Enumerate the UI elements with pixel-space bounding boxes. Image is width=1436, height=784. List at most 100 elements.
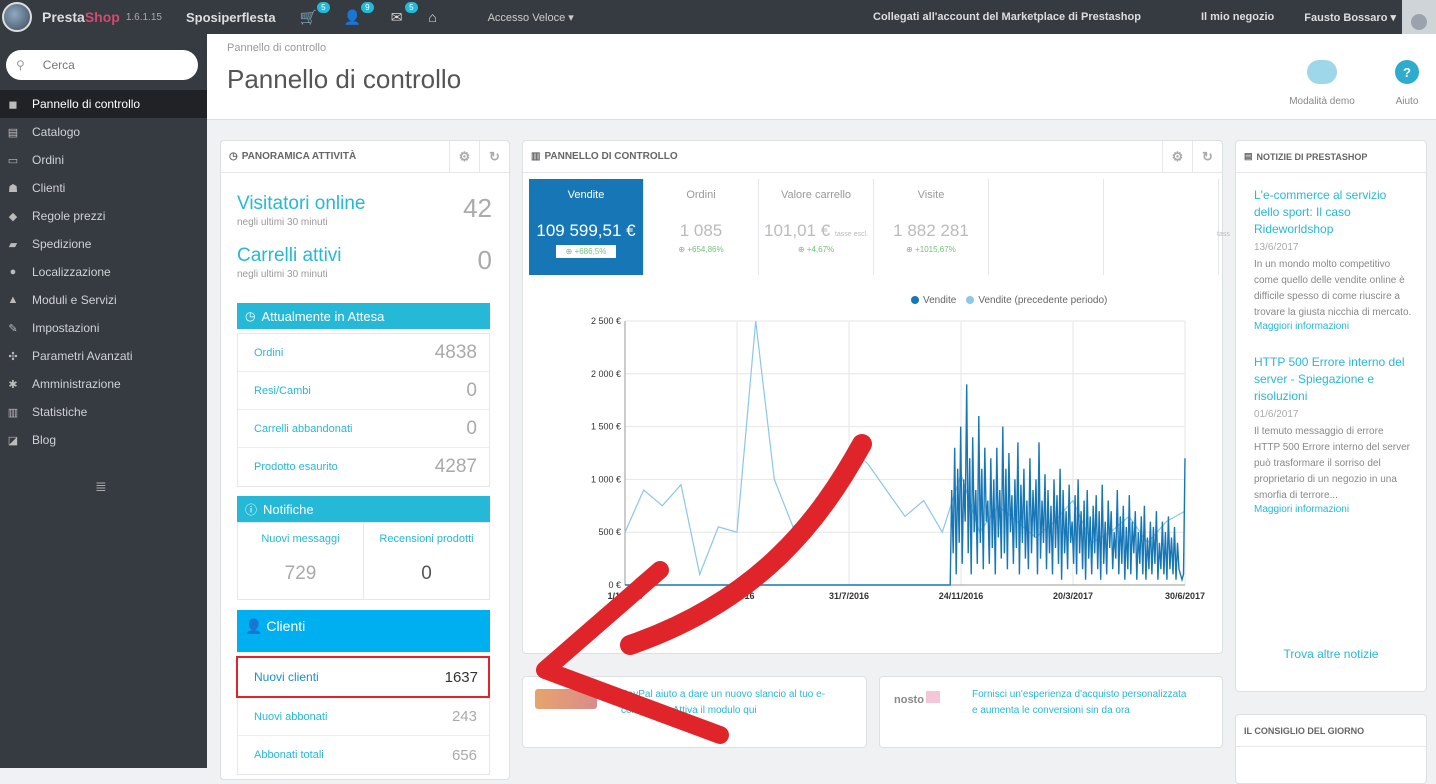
- shop-name-link[interactable]: Sposiperflesta: [186, 10, 276, 25]
- customers-notification-badge: 9: [361, 2, 374, 13]
- news-date: 01/6/2017: [1254, 409, 1299, 420]
- kpi-row: Vendite 109 599,51 € ⊕ +686,5% Ordini 1 085 ⊕…: [529, 179, 1221, 275]
- notifications-title: Notifiche: [263, 501, 314, 517]
- orders-icon: ▭: [7, 154, 19, 167]
- sidebar-item-label: Ordini: [32, 153, 65, 167]
- sidebar-item-stats[interactable]: ▥ Statistiche: [0, 398, 207, 426]
- trend-up-icon: ⊕: [797, 245, 807, 254]
- customers-notification-icon[interactable]: 👤 9: [342, 2, 374, 28]
- shop-icon[interactable]: ⌂: [422, 6, 444, 28]
- toggle-icon: [1307, 60, 1337, 84]
- sidebar-item-label: Pannello di controllo: [32, 97, 141, 111]
- messages-notification-badge: 5: [405, 2, 418, 13]
- news-title[interactable]: HTTP 500 Errore interno del server - Spi…: [1254, 354, 1412, 405]
- new-customers-row[interactable]: Nuovi clienti 1637: [236, 656, 490, 698]
- sidebar-item-shipping[interactable]: ▰ Spedizione: [0, 230, 207, 258]
- kpi-tab[interactable]: Vendite 109 599,51 € ⊕ +686,5%: [529, 179, 644, 275]
- search-input[interactable]: [42, 58, 163, 72]
- user-icon: 👤: [245, 618, 263, 634]
- series-line-sales: [625, 384, 1186, 586]
- kpi-value-text: 101,01 €: [764, 221, 831, 240]
- advanced-params-icon: ✣: [8, 350, 18, 363]
- promo-paypal-text[interactable]: PayPal aiuto a dare un nuovo slancio al …: [621, 687, 841, 719]
- promo-nosto[interactable]: nosto Fornisci un'esperienza d'acquisto …: [879, 676, 1223, 748]
- configure-icon[interactable]: ⚙: [449, 140, 479, 173]
- sidebar-menu: ◼ Pannello di controllo ▤ Catalogo ▭ Ordini ☗ C…: [0, 90, 207, 454]
- orders-notification-icon[interactable]: 🛒 5: [298, 2, 330, 28]
- customers-icon: ☗: [8, 182, 18, 195]
- kpi-tab[interactable]: Visite 1 882 281 ⊕ +1015,67%: [874, 179, 989, 275]
- orders-notification-badge: 5: [317, 2, 330, 13]
- refresh-icon[interactable]: ↻: [479, 140, 509, 173]
- x-tick-label: 30/6/2017: [1165, 591, 1205, 601]
- list-item[interactable]: Prodotto esaurito 4287: [238, 448, 489, 486]
- kpi-trend-text: +4,67%: [806, 245, 835, 254]
- visitors-online-sub: negli ultimi 30 minuti: [237, 217, 328, 228]
- sidebar-item-price-rules[interactable]: ◆ Regole prezzi: [0, 202, 207, 230]
- settings-icon: ✎: [8, 322, 18, 335]
- news-title[interactable]: L'e-commerce al servizio dello sport: Il…: [1254, 187, 1412, 238]
- news-panel-title: Notizie di PrestaShop: [1256, 151, 1368, 162]
- list-item[interactable]: Resi/Cambi 0: [238, 372, 489, 410]
- list-item[interactable]: Abbonati totali 656: [238, 736, 489, 774]
- configure-icon[interactable]: ⚙: [1162, 140, 1192, 173]
- y-tick-label: 1 000 €: [591, 474, 621, 484]
- brand-presta: Presta: [42, 9, 85, 25]
- list-item[interactable]: Carrelli abbandonati 0: [238, 410, 489, 448]
- paypal-logo-icon: [535, 689, 597, 709]
- help-icon: ?: [1395, 60, 1419, 84]
- new-messages-value: 729: [284, 563, 317, 584]
- sidebar-item-orders[interactable]: ▭ Ordini: [0, 146, 207, 174]
- sidebar-item-settings[interactable]: ✎ Impostazioni: [0, 314, 207, 342]
- list-item[interactable]: Nuovi abbonati 243: [238, 698, 489, 736]
- search-box[interactable]: ⚲: [6, 50, 198, 80]
- new-subscribers-label: Nuovi abbonati: [254, 710, 328, 723]
- user-menu[interactable]: Fausto Bossaro ▾: [1304, 11, 1396, 24]
- pending-row-label: Carrelli abbandonati: [254, 422, 353, 435]
- sidebar-item-label: Catalogo: [32, 125, 81, 139]
- new-customers-value: 1637: [444, 668, 478, 686]
- product-reviews-value: 0: [421, 563, 432, 584]
- kpi-empty: [989, 179, 1104, 275]
- kpi-tab[interactable]: Ordini 1 085 ⊕ +654,86%: [644, 179, 759, 275]
- sidebar-item-advanced-params[interactable]: ✣ Parametri Avanzati: [0, 342, 207, 370]
- messages-notification-icon[interactable]: ✉ 5: [386, 2, 418, 28]
- subscribers-list: Nuovi abbonati 243 Abbonati totali 656: [237, 698, 490, 775]
- list-item[interactable]: Ordini 4838: [238, 334, 489, 372]
- collapse-menu-icon[interactable]: ≣: [95, 478, 107, 495]
- breadcrumb[interactable]: Pannello di controllo: [227, 42, 326, 54]
- sidebar-item-catalog[interactable]: ▤ Catalogo: [0, 118, 207, 146]
- demo-mode-button[interactable]: Modalità demo: [1287, 60, 1357, 107]
- promo-nosto-text[interactable]: Fornisci un'esperienza d'acquisto person…: [972, 687, 1192, 719]
- sales-chart[interactable]: 0 € 500 € 1 000 € 1 500 € 2 000 € 2 500 € 1/1/…: [523, 301, 1223, 631]
- prestashop-logo[interactable]: PrestaShop 1.6.1.15: [2, 2, 162, 32]
- sidebar-item-localization[interactable]: ● Localizzazione: [0, 258, 207, 286]
- product-reviews-cell[interactable]: Recensioni prodotti 0: [363, 523, 489, 599]
- quick-access-dropdown[interactable]: Accesso Veloce ▾: [488, 11, 574, 24]
- help-button[interactable]: ? Aiuto: [1372, 60, 1436, 107]
- sidebar-item-customers[interactable]: ☗ Clienti: [0, 174, 207, 202]
- kpi-tab[interactable]: Valore carrello 101,01 € tasse escl. ⊕ +4,…: [759, 179, 874, 275]
- visitors-online[interactable]: Visitatori online negli ultimi 30 minuti…: [237, 193, 492, 228]
- news-more[interactable]: Maggiori informazioni: [1254, 504, 1412, 515]
- pending-row-label: Prodotto esaurito: [254, 461, 338, 473]
- new-messages-cell[interactable]: Nuovi messaggi 729: [238, 523, 363, 599]
- active-carts[interactable]: Carrelli attivi negli ultimi 30 minuti 0: [237, 245, 492, 280]
- marketplace-link[interactable]: Collegati all'account del Marketplace di…: [873, 11, 1141, 23]
- x-tick-label: 20/3/2017: [1053, 591, 1093, 601]
- news-item: L'e-commerce al servizio dello sport: Il…: [1254, 187, 1412, 332]
- total-subscribers-label: Abbonati totali: [254, 749, 324, 761]
- promo-paypal[interactable]: PayPal aiuto a dare un nuovo slancio al …: [522, 676, 867, 748]
- my-shop-link[interactable]: Il mio negozio: [1201, 11, 1274, 23]
- refresh-icon[interactable]: ↻: [1192, 140, 1222, 173]
- sidebar-item-blog[interactable]: ◪ Blog: [0, 426, 207, 454]
- sidebar-item-dashboard[interactable]: ◼ Pannello di controllo: [0, 90, 207, 118]
- news-more[interactable]: Maggiori informazioni: [1254, 321, 1412, 332]
- avatar[interactable]: [1402, 0, 1436, 34]
- more-news-link[interactable]: Trova altre notizie: [1236, 647, 1426, 661]
- sidebar-item-modules[interactable]: ▲ Moduli e Servizi: [0, 286, 207, 314]
- sidebar-item-admin[interactable]: ✱ Amministrazione: [0, 370, 207, 398]
- nosto-logo-text: nosto: [894, 694, 924, 706]
- pending-row-label: Ordini: [254, 346, 284, 359]
- news-icon: ▤: [1244, 151, 1253, 161]
